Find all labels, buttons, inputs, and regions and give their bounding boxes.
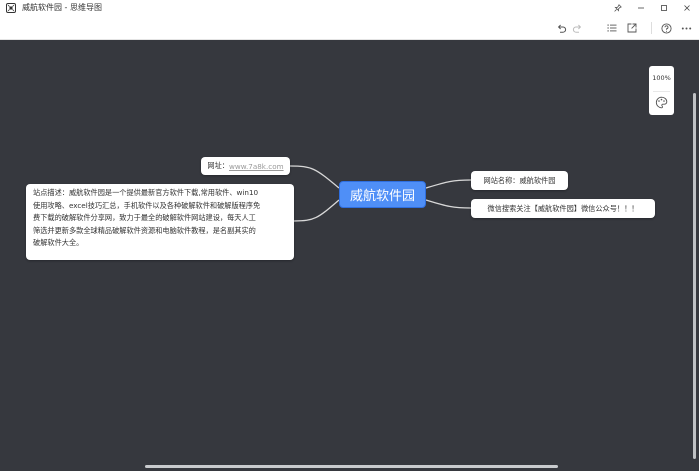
topic-wechat-follow[interactable]: 微信搜索关注【威航软件园】微信公众号！！！ xyxy=(471,199,655,218)
palette-icon[interactable] xyxy=(655,96,668,109)
website-link[interactable]: www.7a8k.com xyxy=(229,162,284,171)
description-line: 使用攻略、excel技巧汇总，手机软件以及各种破解软件和破解版程序免 xyxy=(33,200,261,210)
description-line: 费下载的破解软件分享网，致力于最全的破解软件网站建设，每天人工 xyxy=(33,213,256,223)
description-line: 破解软件大全。 xyxy=(33,238,84,248)
topic-website-url[interactable]: 网址： www.7a8k.com xyxy=(201,157,290,175)
topic-site-name[interactable]: 网站名称：威航软件园 xyxy=(471,171,568,190)
zoom-panel: 100% xyxy=(649,66,674,115)
connector-to-site-name xyxy=(425,179,472,189)
connector-to-description xyxy=(293,199,340,222)
topic-url-prefix: 网址： xyxy=(207,161,229,170)
horizontal-scrollbar[interactable] xyxy=(145,465,558,468)
zoom-level[interactable]: 100% xyxy=(649,74,674,82)
vertical-scrollbar[interactable] xyxy=(693,93,696,459)
connector-to-url xyxy=(289,165,340,189)
topic-site-description[interactable]: 站点描述：威航软件园是一个提供最新官方软件下载,常用软件、win10 使用攻略、… xyxy=(26,184,294,260)
description-line: 筛选并更新多款全球精品破解软件资源和电脑软件教程，是名副其实的 xyxy=(33,225,256,235)
description-line: 站点描述：威航软件园是一个提供最新官方软件下载,常用软件、win10 xyxy=(33,188,259,197)
connector-to-wechat xyxy=(425,199,472,209)
zoom-panel-divider xyxy=(653,91,670,92)
mindmap-root-node[interactable]: 威航软件园 xyxy=(339,181,426,208)
